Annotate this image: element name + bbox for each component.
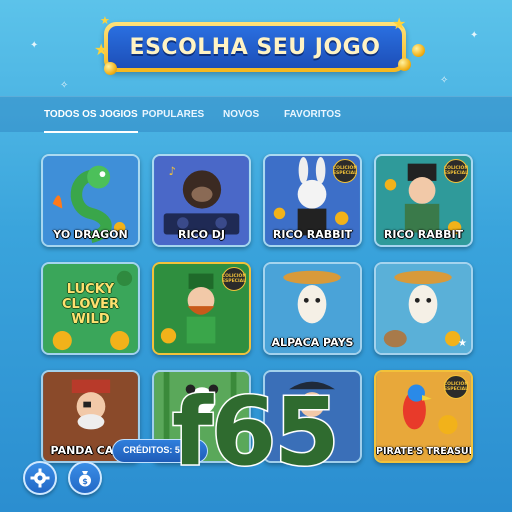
special-collection-badge: COLICIÓN ESPECIAL <box>222 267 246 291</box>
star-icon: ★ <box>94 40 109 59</box>
sparkle-icon: ✦ <box>30 40 39 51</box>
tab-favorites[interactable]: FAVORITOS <box>284 97 341 133</box>
tab-popular[interactable]: POPULARES <box>142 97 204 133</box>
sparkle-icon: ✧ <box>60 80 69 91</box>
special-collection-badge: COLICIÓN ESPECIAL <box>333 159 357 183</box>
game-card-rico-rabbit-2[interactable]: COLICIÓN ESPECIAL RICO RABBIT <box>374 154 473 247</box>
game-title: PIRATE'S TREASURE <box>376 446 473 457</box>
coin-icon <box>412 44 425 57</box>
gear-icon <box>30 468 50 488</box>
game-card-rico-rabbit[interactable]: COLICIÓN ESPECIAL RICO RABBIT <box>263 154 362 247</box>
lucky-clover-wild-logo: LUCKY CLOVER WILD <box>43 282 138 327</box>
tab-new[interactable]: NOVOS <box>223 97 259 133</box>
game-title: ALPACA PAYS <box>271 336 354 349</box>
logo-line: CLOVER <box>61 297 119 312</box>
star-icon: ★ <box>100 14 110 27</box>
star-icon: ★ <box>392 14 407 33</box>
game-card-leprechaun[interactable]: COLICIÓN ESPECIAL <box>152 262 251 355</box>
wallet-button[interactable]: $ <box>68 461 102 495</box>
logo-line: LUCKY <box>66 282 115 297</box>
game-title: YO DRAGON <box>53 228 128 241</box>
favorite-star-icon[interactable]: ★ <box>458 338 467 349</box>
game-title: RICO RABBIT <box>272 228 353 241</box>
logo-line: WILD <box>71 312 110 327</box>
game-title: RICO DJ <box>177 228 226 241</box>
game-card-pirates-treasure[interactable]: COLICIÓN ESPECIAL PIRATE'S TREASURE <box>374 370 473 463</box>
svg-text:♪: ♪ <box>168 164 175 178</box>
page-title: ESCOLHA SEU JOGO <box>129 34 381 60</box>
coin-icon <box>104 62 117 75</box>
money-bag-icon: $ <box>79 471 91 487</box>
banner-plate: ESCOLHA SEU JOGO <box>108 26 402 68</box>
sparkle-icon: ✧ <box>440 75 449 86</box>
coin-icon <box>398 58 411 71</box>
header-banner: ESCOLHA SEU JOGO <box>104 22 406 72</box>
game-title: RICO RABBIT <box>383 228 464 241</box>
special-collection-badge: COLICIÓN ESPECIAL <box>444 159 468 183</box>
game-card-yo-dragon[interactable]: YO DRAGON <box>41 154 140 247</box>
tab-all-games[interactable]: TODOS OS JOGIOS <box>44 97 138 133</box>
game-card-alpaca-pays[interactable]: ALPACA PAYS <box>263 262 362 355</box>
settings-button[interactable] <box>23 461 57 495</box>
game-card-rico-dj[interactable]: ♪ RICO DJ <box>152 154 251 247</box>
sparkle-icon: ✦ <box>470 30 479 41</box>
watermark: f65 <box>171 378 342 487</box>
tab-bar: TODOS OS JOGIOS POPULARES NOVOS FAVORITO… <box>0 96 512 133</box>
svg-text:$: $ <box>82 477 88 486</box>
special-collection-badge: COLICIÓN ESPECIAL <box>444 375 468 399</box>
alpaca-art <box>376 264 471 353</box>
game-card-lucky-clover-wild[interactable]: LUCKY CLOVER WILD <box>41 262 140 355</box>
game-card-alpaca[interactable]: ★ <box>374 262 473 355</box>
